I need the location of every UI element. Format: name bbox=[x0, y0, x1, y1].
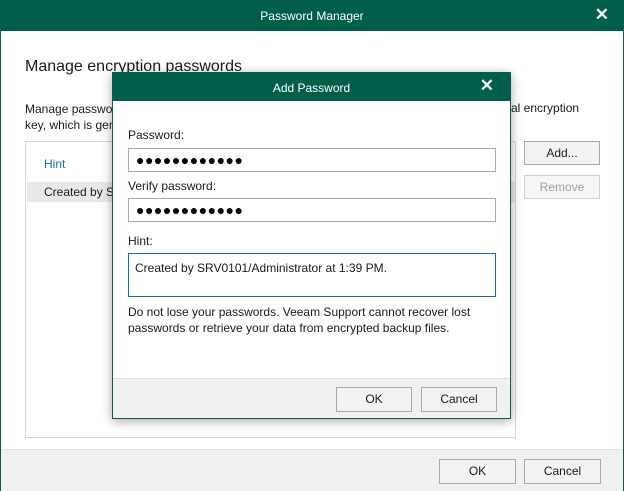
dialog-title: Add Password bbox=[272, 81, 351, 95]
column-header-hint[interactable]: Hint bbox=[44, 157, 65, 171]
close-icon[interactable]: ✕ bbox=[480, 76, 494, 96]
add-password-dialog: Add Password ✕ Password: ●●●●●●●●●●●● Ve… bbox=[112, 72, 511, 419]
main-window-title: Password Manager bbox=[260, 9, 364, 23]
verify-password-label: Verify password: bbox=[128, 179, 217, 193]
description-tail: al encryption bbox=[511, 101, 580, 115]
add-button[interactable]: Add... bbox=[524, 141, 600, 165]
password-field[interactable]: ●●●●●●●●●●●● bbox=[128, 148, 496, 172]
warning-text: Do not lose your passwords. Veeam Suppor… bbox=[128, 305, 471, 335]
verify-password-mask: ●●●●●●●●●●●● bbox=[136, 202, 244, 218]
hint-field[interactable]: Created by SRV0101/Administrator at 1:39… bbox=[128, 253, 496, 297]
verify-password-field[interactable]: ●●●●●●●●●●●● bbox=[128, 198, 496, 222]
main-ok-button[interactable]: OK bbox=[439, 459, 516, 484]
hint-label: Hint: bbox=[128, 234, 153, 248]
dialog-ok-button[interactable]: OK bbox=[336, 387, 412, 412]
main-titlebar: Password Manager ✕ bbox=[1, 1, 623, 31]
password-label: Password: bbox=[128, 128, 185, 142]
remove-button: Remove bbox=[524, 175, 600, 199]
close-icon[interactable]: ✕ bbox=[595, 5, 609, 25]
password-mask: ●●●●●●●●●●●● bbox=[136, 152, 244, 168]
row-hint-text: Created by SR bbox=[44, 185, 123, 199]
dialog-titlebar: Add Password ✕ bbox=[113, 73, 510, 101]
dialog-cancel-button[interactable]: Cancel bbox=[421, 387, 497, 412]
main-cancel-button[interactable]: Cancel bbox=[524, 459, 601, 484]
